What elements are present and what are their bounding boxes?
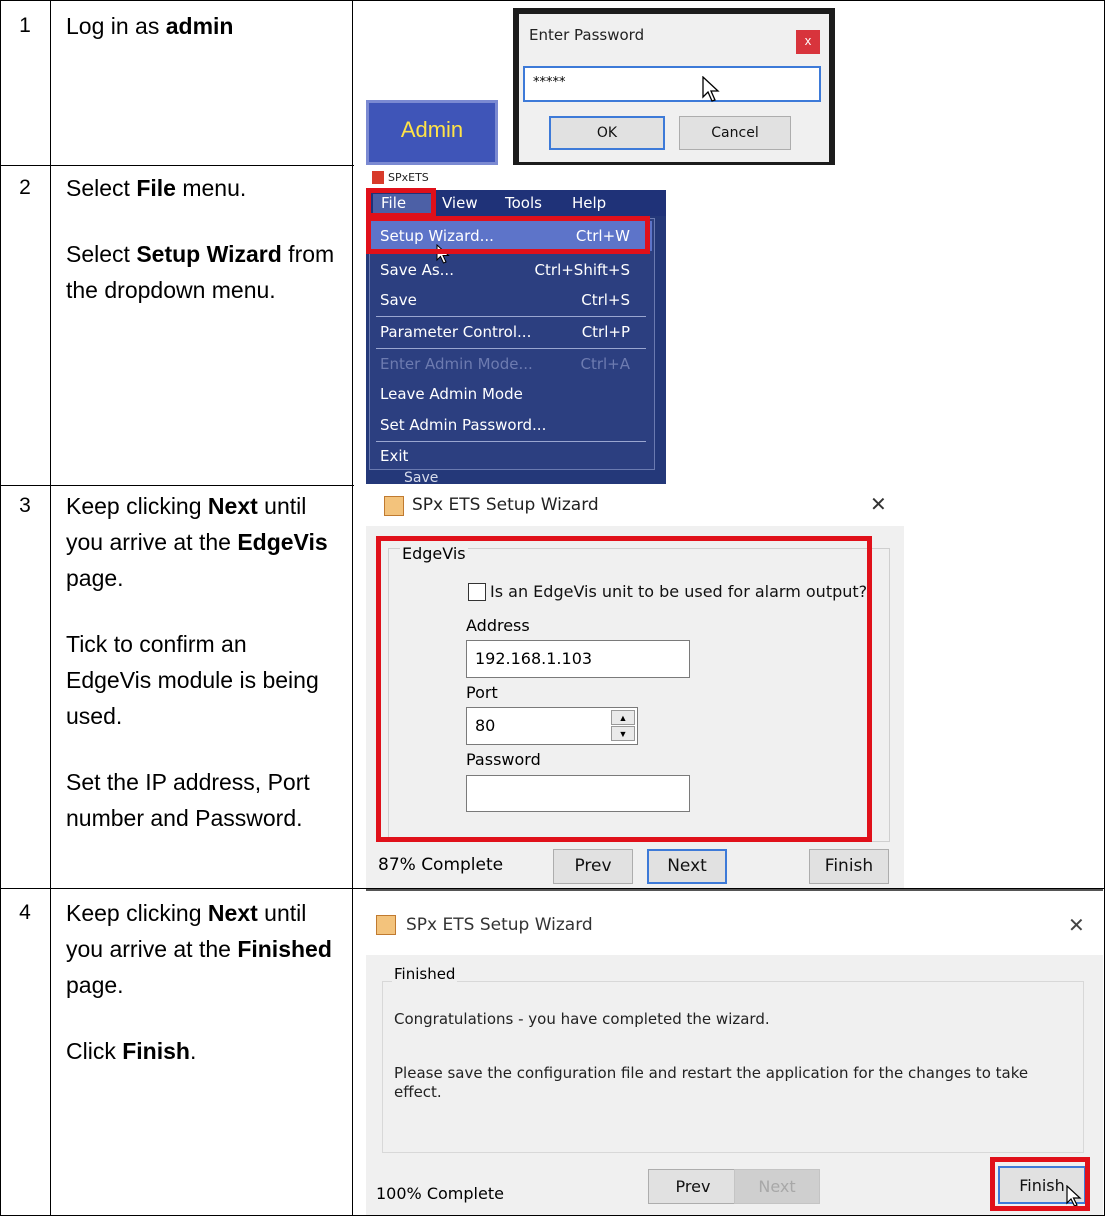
prev-button[interactable]: Prev <box>648 1169 738 1204</box>
instruction-paragraph: Set the IP address, Port number and Pass… <box>66 769 310 831</box>
highlight-file-menu <box>366 188 436 218</box>
next-button: Next <box>734 1169 820 1204</box>
step-instructions: Keep clicking Next until you arrive at t… <box>66 488 336 866</box>
instruction-text: Please save the configuration file and r… <box>394 1064 1029 1101</box>
cancel-button[interactable]: Cancel <box>679 116 791 150</box>
highlight-finish-button <box>990 1157 1090 1211</box>
instruction-paragraph: Keep clicking Next until you arrive at t… <box>66 493 328 591</box>
bold-term: Next <box>207 900 258 926</box>
finish-button[interactable]: Finish <box>809 849 889 884</box>
close-icon[interactable]: x <box>796 30 820 54</box>
app-icon <box>384 496 404 516</box>
step-instructions: Select File menu. Select Setup Wizard fro… <box>66 170 336 338</box>
menu-item-shortcut: Ctrl+Shift+S <box>534 261 630 279</box>
menu-item-enter-admin-mode: Enter Admin Mode... Ctrl+A <box>370 349 652 379</box>
menu-item-parameter-control[interactable]: Parameter Control... Ctrl+P <box>370 317 652 347</box>
menu-item-shortcut: Ctrl+S <box>581 291 630 309</box>
column-divider-1 <box>50 0 51 1216</box>
highlight-edgevis-group <box>376 536 872 842</box>
bold-term: Setup Wizard <box>136 241 282 267</box>
instruction-paragraph: Click Finish. <box>66 1038 197 1064</box>
step-number: 2 <box>19 176 31 199</box>
admin-user-button[interactable]: Admin <box>366 100 498 165</box>
wizard-titlebar: SPx ETS Setup Wizard ✕ <box>366 891 1103 955</box>
instruction-paragraph: Tick to confirm an EdgeVis module is bei… <box>66 631 319 729</box>
password-dialog-screenshot: Enter Password x ***** OK Cancel <box>513 8 835 165</box>
close-icon[interactable]: ✕ <box>1068 913 1085 938</box>
step-number: 1 <box>19 14 31 37</box>
menu-item-label: Parameter Control... <box>380 323 532 341</box>
menu-item-set-admin-password[interactable]: Set Admin Password... <box>370 410 652 440</box>
congratulations-text: Congratulations - you have completed the… <box>394 1010 770 1028</box>
menu-item-label: Enter Admin Mode... <box>380 355 533 373</box>
row-divider-1 <box>0 165 354 166</box>
dialog-title: Enter Password <box>529 26 645 44</box>
menu-item-shortcut: Ctrl+A <box>580 355 630 373</box>
app-titlebar: SPxETS <box>366 166 666 190</box>
menu-item-label: Save <box>380 291 417 309</box>
file-dropdown: Setup Wizard... Ctrl+W Save As... Ctrl+Shi… <box>369 218 655 470</box>
app-title: SPxETS <box>388 171 429 184</box>
bold-term: Finish <box>122 1038 190 1064</box>
menu-item-shortcut: Ctrl+P <box>581 323 630 341</box>
instruction-paragraph: Keep clicking Next until you arrive at t… <box>66 900 332 998</box>
progress-text: 87% Complete <box>378 855 504 875</box>
instruction-paragraph: Log in as admin <box>66 13 234 39</box>
menu-item-leave-admin-mode[interactable]: Leave Admin Mode <box>370 379 652 409</box>
menu-item-label: Set Admin Password... <box>380 416 547 434</box>
table-border-top <box>0 0 1105 1</box>
menu-view[interactable]: View <box>442 194 478 212</box>
progress-text: 100% Complete <box>376 1184 504 1203</box>
menu-item-label: Leave Admin Mode <box>380 385 523 403</box>
wizard-title: SPx ETS Setup Wizard <box>412 495 599 515</box>
bold-term: admin <box>165 13 234 39</box>
file-menu-screenshot: SPxETS File View Tools Help Setup Wizard… <box>366 166 666 484</box>
step-instructions: Log in as admin <box>66 8 336 74</box>
close-icon[interactable]: ✕ <box>870 492 887 517</box>
app-icon <box>376 915 396 935</box>
password-dialog: Enter Password x ***** OK Cancel <box>519 14 829 162</box>
next-button[interactable]: Next <box>647 849 727 884</box>
wizard-title: SPx ETS Setup Wizard <box>406 915 593 935</box>
app-icon <box>372 171 384 184</box>
bold-term: EdgeVis <box>237 529 328 555</box>
bold-term: Finished <box>237 936 332 962</box>
group-label: Finished <box>392 965 458 983</box>
step-number: 4 <box>19 901 31 924</box>
column-divider-2 <box>352 0 353 1216</box>
instruction-paragraph: Select Setup Wizard from the dropdown me… <box>66 241 335 303</box>
finished-wizard-screenshot: SPx ETS Setup Wizard ✕ Finished Congratu… <box>366 889 1103 1215</box>
highlight-setup-wizard <box>366 216 650 254</box>
wizard-titlebar: SPx ETS Setup Wizard ✕ <box>366 486 904 526</box>
step-instructions: Keep clicking Next until you arrive at t… <box>66 895 336 1099</box>
bold-term: File <box>136 175 176 201</box>
menu-tools[interactable]: Tools <box>505 194 542 212</box>
menu-item-label: Exit <box>380 447 409 465</box>
mouse-cursor-icon <box>702 75 720 107</box>
instruction-paragraph: Select File menu. <box>66 175 247 201</box>
password-input[interactable]: ***** <box>523 66 821 102</box>
menu-item-save-as[interactable]: Save As... Ctrl+Shift+S <box>370 255 652 285</box>
background-save-label: Save <box>404 470 439 484</box>
ok-button[interactable]: OK <box>549 116 665 150</box>
menu-item-exit[interactable]: Exit <box>370 441 652 471</box>
menu-item-save[interactable]: Save Ctrl+S <box>370 285 652 315</box>
menu-help[interactable]: Help <box>572 194 606 212</box>
edgevis-wizard-screenshot: SPx ETS Setup Wizard ✕ EdgeVis Is an Edg… <box>366 486 904 888</box>
step-number: 3 <box>19 494 31 517</box>
bold-term: Next <box>207 493 258 519</box>
prev-button[interactable]: Prev <box>553 849 633 884</box>
row-divider-2 <box>0 485 354 486</box>
admin-label: Admin <box>400 117 464 142</box>
